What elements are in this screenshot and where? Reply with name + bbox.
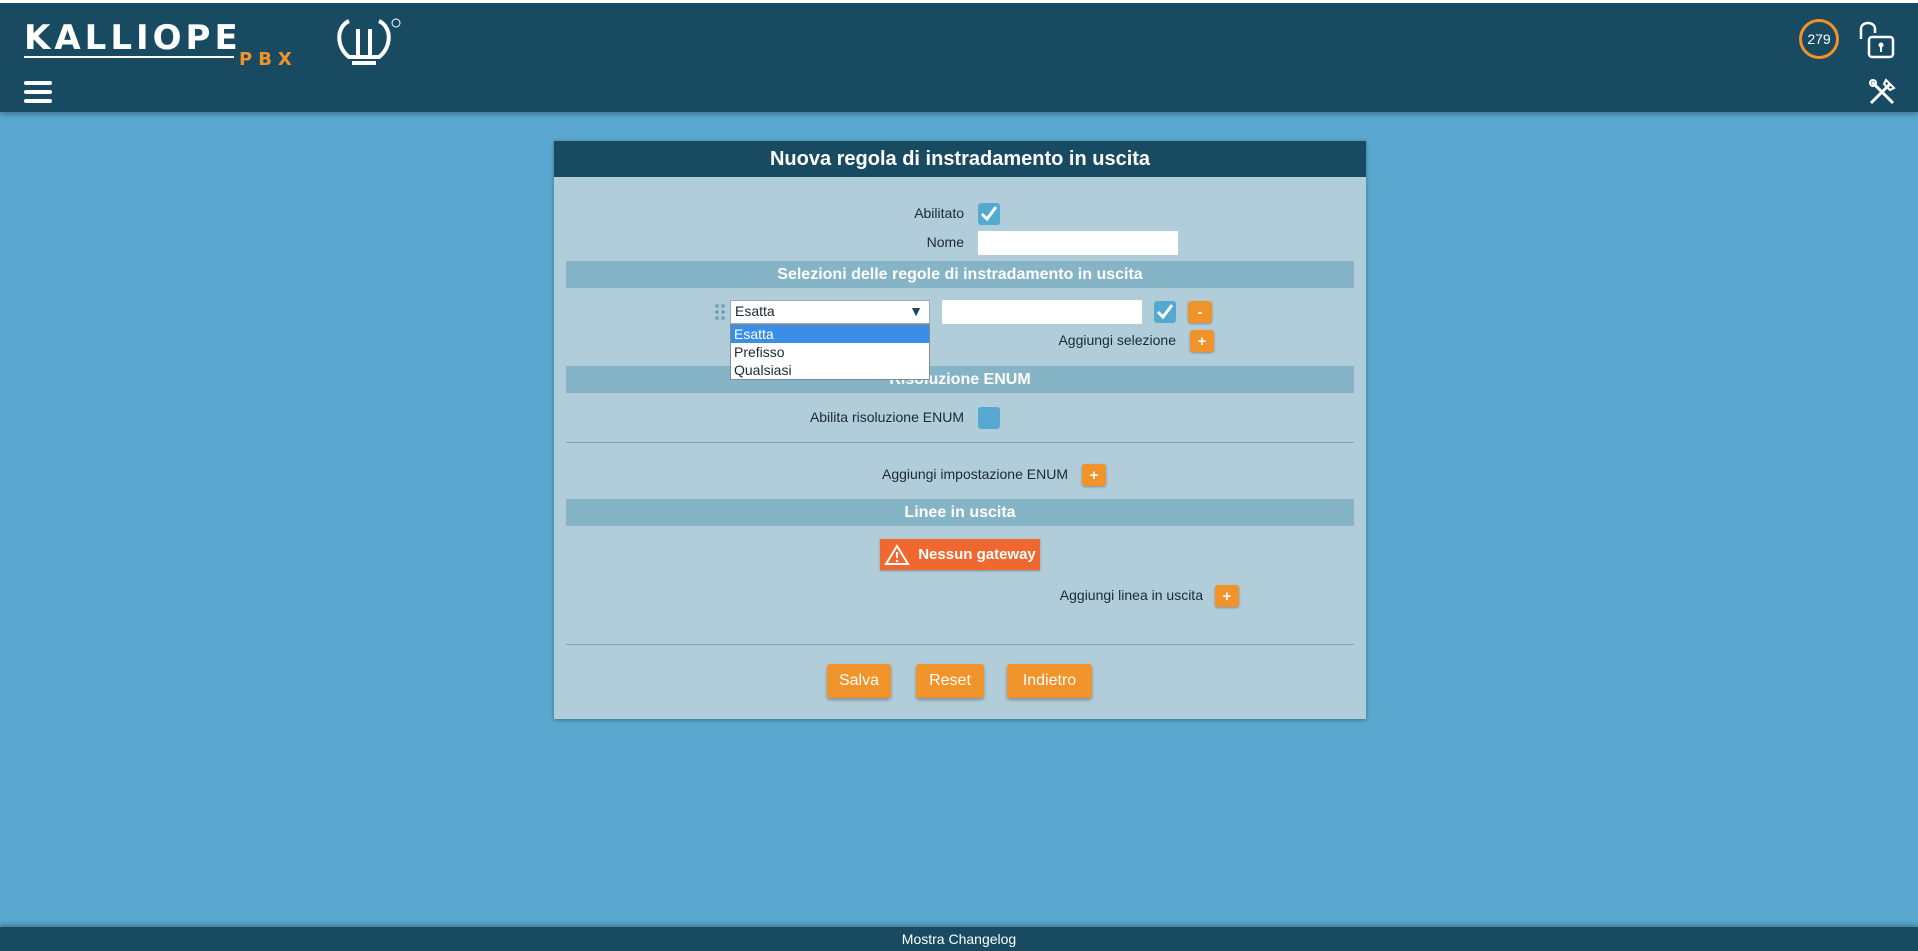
dropdown-option-esatta[interactable]: Esatta bbox=[731, 325, 929, 343]
top-bar: KALLIOPE PBX 279 bbox=[0, 0, 1918, 112]
no-gateway-text: Nessun gateway bbox=[918, 546, 1036, 563]
section-divider bbox=[566, 442, 1354, 443]
notification-counter[interactable]: 279 bbox=[1799, 19, 1839, 59]
checkmark-icon bbox=[980, 206, 998, 222]
add-line-label: Aggiungi linea in uscita bbox=[1059, 587, 1203, 603]
selection-pattern-input[interactable] bbox=[942, 300, 1142, 324]
footer-divider bbox=[566, 644, 1354, 645]
add-enum-button[interactable]: + bbox=[1082, 464, 1106, 486]
tools-icon[interactable] bbox=[1868, 78, 1896, 106]
reset-button[interactable]: Reset bbox=[916, 664, 984, 698]
selections-section-header: Selezioni delle regole di instradamento … bbox=[566, 261, 1354, 288]
selection-enabled-checkbox[interactable] bbox=[1154, 301, 1176, 323]
warning-icon bbox=[884, 543, 911, 565]
dropdown-option-prefisso[interactable]: Prefisso bbox=[731, 343, 929, 361]
panel-title: Nuova regola di instradamento in uscita bbox=[554, 141, 1366, 177]
checkmark-icon bbox=[1156, 304, 1174, 320]
selection-type-select[interactable]: Esatta ▼ bbox=[730, 300, 930, 324]
drag-handle-icon[interactable] bbox=[714, 303, 726, 321]
routing-rule-panel: Nuova regola di instradamento in uscita … bbox=[554, 141, 1366, 719]
name-label: Nome bbox=[926, 234, 964, 250]
enum-enable-checkbox[interactable] bbox=[978, 407, 1000, 429]
show-changelog-link[interactable]: Mostra Changelog bbox=[902, 931, 1016, 947]
add-selection-button[interactable]: + bbox=[1190, 330, 1214, 352]
add-line-button[interactable]: + bbox=[1215, 585, 1239, 607]
kalliope-logo: KALLIOPE PBX bbox=[24, 18, 401, 69]
dropdown-arrow-icon: ▼ bbox=[909, 303, 923, 319]
logo-subtext: PBX bbox=[239, 49, 298, 69]
lyre-icon bbox=[337, 19, 391, 65]
dropdown-option-qualsiasi[interactable]: Qualsiasi bbox=[731, 361, 929, 379]
add-enum-label: Aggiungi impostazione ENUM bbox=[882, 466, 1068, 482]
outgoing-lines-section-header: Linee in uscita bbox=[566, 499, 1354, 526]
selection-type-dropdown: Esatta Prefisso Qualsiasi bbox=[730, 324, 930, 380]
selection-type-value: Esatta bbox=[735, 303, 775, 319]
enum-enable-label: Abilita risoluzione ENUM bbox=[809, 409, 964, 425]
unlock-icon[interactable] bbox=[1853, 17, 1895, 61]
footer-bar: Mostra Changelog bbox=[0, 927, 1918, 951]
enum-section-header: Risoluzione ENUM bbox=[566, 366, 1354, 393]
back-button[interactable]: Indietro bbox=[1007, 664, 1092, 698]
remove-selection-button[interactable]: - bbox=[1188, 301, 1212, 323]
name-input[interactable] bbox=[978, 231, 1178, 255]
enabled-checkbox[interactable] bbox=[978, 203, 1000, 225]
save-button[interactable]: Salva bbox=[827, 664, 891, 698]
no-gateway-warning: Nessun gateway bbox=[880, 539, 1040, 570]
add-selection-label: Aggiungi selezione bbox=[1058, 332, 1176, 348]
logo-text: KALLIOPE bbox=[24, 18, 242, 58]
enabled-label: Abilitato bbox=[914, 205, 964, 221]
hamburger-menu-icon[interactable] bbox=[24, 81, 52, 103]
